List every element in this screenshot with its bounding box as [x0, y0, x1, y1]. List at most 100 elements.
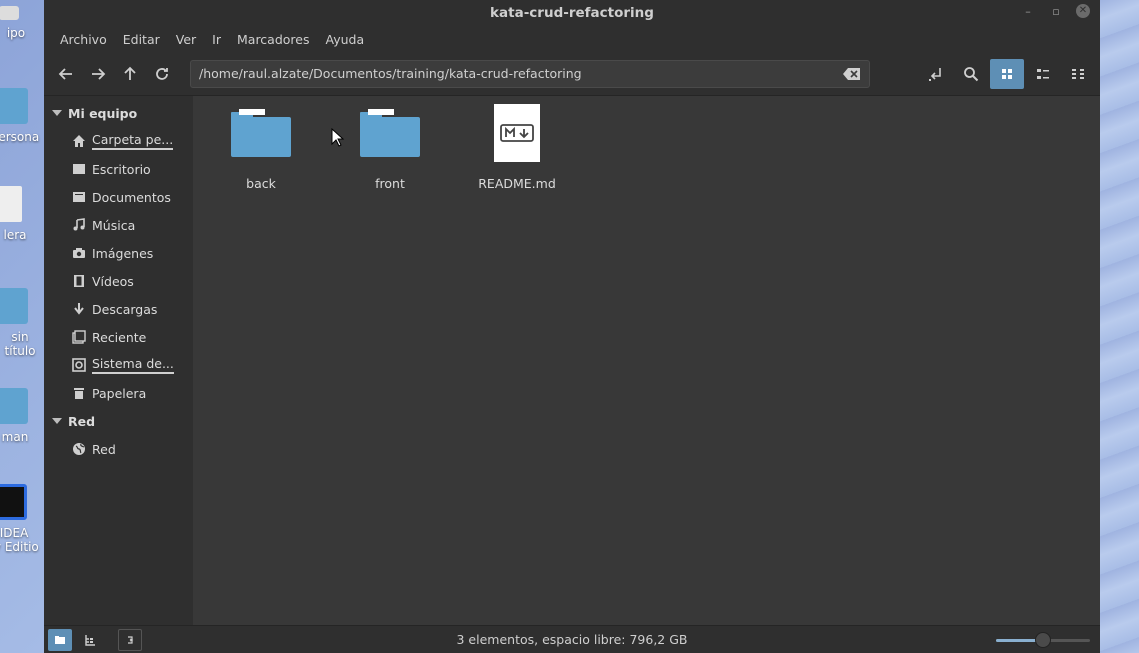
menu-ayuda[interactable]: Ayuda: [318, 32, 373, 47]
desktop-item-label: IDEA ty Editio: [0, 526, 39, 554]
sidebar-item-videos[interactable]: Vídeos: [44, 267, 193, 295]
desktop-item-label: persona: [0, 130, 40, 144]
file-item-back[interactable]: back: [206, 100, 316, 191]
list-view-button[interactable]: [1027, 58, 1059, 90]
desktop-wallpaper: [1100, 0, 1139, 653]
toggle-terminal-button[interactable]: [118, 628, 142, 651]
sidebar-item-label: Vídeos: [92, 273, 134, 289]
compact-icon: [1072, 68, 1084, 79]
film-icon: [71, 273, 87, 289]
file-view[interactable]: back front README.md: [193, 96, 1100, 625]
music-icon: [71, 217, 87, 233]
zoom-slider[interactable]: [996, 630, 1090, 650]
desktop-item-papelera[interactable]: lera: [0, 186, 43, 242]
recent-icon: [71, 329, 87, 345]
markdown-file-icon: [462, 100, 572, 166]
sidebar-item-musica[interactable]: Música: [44, 211, 193, 239]
titlebar[interactable]: kata-crud-refactoring – ▫ ✕: [44, 0, 1100, 26]
sidebar-item-carpeta-personal[interactable]: Carpeta pe...: [44, 127, 193, 155]
maximize-button[interactable]: ▫: [1048, 5, 1064, 18]
compact-view-button[interactable]: [1062, 58, 1094, 90]
sidebar-item-imagenes[interactable]: Imágenes: [44, 239, 193, 267]
zoom-knob[interactable]: [1035, 631, 1051, 648]
hide-sidebar-icon: [128, 635, 134, 644]
desktop-item-label: sin título: [4, 330, 36, 358]
desktop-item-equipo[interactable]: ipo: [0, 6, 43, 40]
close-button[interactable]: ✕: [1076, 4, 1090, 18]
content-area: Mi equipo Carpeta pe... Escritorio Docum…: [44, 96, 1100, 625]
arrow-right-icon: [92, 67, 106, 80]
up-button[interactable]: [114, 58, 146, 90]
toggle-location-button[interactable]: [920, 58, 952, 90]
reload-button[interactable]: [146, 58, 178, 90]
menu-archivo[interactable]: Archivo: [52, 32, 115, 47]
sidebar-item-papelera[interactable]: Papelera: [44, 379, 193, 407]
status-text: 3 elementos, espacio libre: 796,2 GB: [456, 632, 688, 647]
grid-icon: [1002, 68, 1012, 79]
sidebar-item-label: Red: [92, 441, 116, 457]
sidebar-item-label: Imágenes: [92, 245, 154, 261]
sidebar-item-red[interactable]: Red: [44, 435, 193, 463]
window-controls: – ▫ ✕: [1020, 4, 1090, 18]
camera-icon: [71, 245, 87, 261]
tree-icon: [85, 634, 95, 646]
menu-ver[interactable]: Ver: [168, 32, 204, 47]
sidebar-item-label: Descargas: [92, 301, 158, 317]
minimize-button[interactable]: –: [1020, 5, 1036, 18]
sidebar-item-label: Carpeta pe...: [92, 132, 174, 150]
view-tools: [920, 58, 1094, 90]
file-item-front[interactable]: front: [335, 100, 445, 191]
arrow-left-icon: [58, 67, 72, 80]
sidebar-section-title: Red: [68, 413, 96, 429]
desktop-item-sin-titulo[interactable]: sin título: [0, 288, 43, 358]
folder-icon: [0, 88, 28, 124]
trash-icon: [0, 186, 22, 222]
desktop-item-man[interactable]: man: [0, 388, 43, 444]
folder-icon: [206, 100, 316, 166]
sidebar-item-label: Música: [92, 217, 136, 233]
sidebar-item-label: Papelera: [92, 385, 147, 401]
collapse-triangle-icon[interactable]: [52, 110, 62, 116]
clear-icon[interactable]: [843, 67, 861, 81]
file-item-readme[interactable]: README.md: [462, 100, 572, 191]
sidebar-item-label: Sistema de...: [92, 356, 174, 374]
sidebar-item-sistema-de-archivos[interactable]: Sistema de...: [44, 351, 193, 379]
show-places-button[interactable]: [48, 628, 72, 651]
menu-marcadores[interactable]: Marcadores: [229, 32, 318, 47]
places-icon: [55, 635, 65, 644]
menu-editar[interactable]: Editar: [115, 32, 168, 47]
path-toggle-icon: [929, 67, 941, 81]
menu-ir[interactable]: Ir: [204, 32, 229, 47]
back-button[interactable]: [50, 58, 82, 90]
drive-icon: [71, 357, 87, 373]
sidebar-item-descargas[interactable]: Descargas: [44, 295, 193, 323]
file-name: front: [375, 176, 405, 191]
sidebar-item-label: Reciente: [92, 329, 147, 345]
sidebar-item-reciente[interactable]: Reciente: [44, 323, 193, 351]
file-name: back: [246, 176, 276, 191]
sidebar-section-red[interactable]: Red: [44, 407, 193, 435]
documents-icon: [71, 189, 87, 205]
location-path: /home/raul.alzate/Documentos/training/ka…: [199, 66, 582, 81]
sidebar-item-escritorio[interactable]: Escritorio: [44, 155, 193, 183]
file-manager-window: kata-crud-refactoring – ▫ ✕ Archivo Edit…: [44, 0, 1100, 653]
desktop-item-label: lera: [3, 228, 27, 242]
sidebar-item-documentos[interactable]: Documentos: [44, 183, 193, 211]
desktop-item-label: ipo: [6, 26, 26, 40]
computer-icon: [0, 6, 19, 20]
icon-view-button[interactable]: [990, 58, 1024, 89]
location-bar[interactable]: /home/raul.alzate/Documentos/training/ka…: [190, 59, 870, 88]
toolbar: /home/raul.alzate/Documentos/training/ka…: [44, 52, 1100, 96]
sidebar-section-title: Mi equipo: [68, 105, 138, 121]
sidebar-section-mi-equipo[interactable]: Mi equipo: [44, 99, 193, 127]
desktop-item-personal[interactable]: persona: [0, 88, 43, 144]
list-icon: [1037, 68, 1049, 79]
statusbar: 3 elementos, espacio libre: 796,2 GB: [44, 625, 1100, 653]
folder-icon: [335, 100, 445, 166]
folder-icon: [0, 288, 28, 324]
forward-button[interactable]: [82, 58, 114, 90]
desktop-item-idea[interactable]: IDEA ty Editio: [0, 484, 43, 554]
collapse-triangle-icon[interactable]: [52, 418, 62, 424]
search-button[interactable]: [955, 58, 987, 90]
show-tree-button[interactable]: [78, 629, 102, 651]
